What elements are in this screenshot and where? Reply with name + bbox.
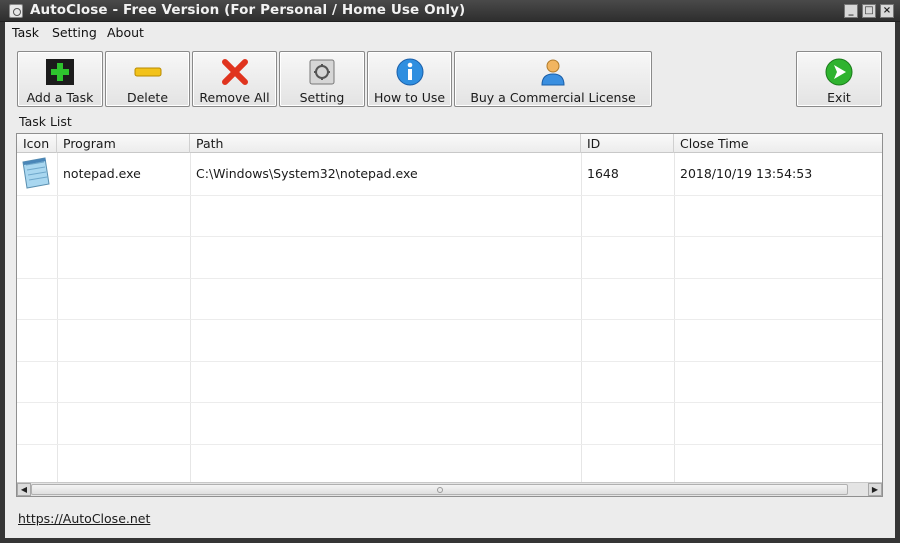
column-header-path[interactable]: Path: [190, 134, 581, 153]
grid-line: [17, 402, 882, 403]
maximize-button[interactable]: □: [862, 4, 876, 18]
task-list-label: Task List: [19, 114, 72, 129]
remove-all-button[interactable]: Remove All: [192, 51, 277, 107]
menu-bar: Task Setting About: [5, 22, 895, 44]
exit-label: Exit: [827, 90, 851, 105]
scroll-left-icon[interactable]: ◀: [17, 483, 31, 496]
buy-license-button[interactable]: Buy a Commercial License: [454, 51, 652, 107]
id-cell: 1648: [587, 166, 619, 181]
column-header-id[interactable]: ID: [581, 134, 674, 153]
column-header-icon[interactable]: Icon: [17, 134, 57, 153]
window-title: AutoClose - Free Version (For Personal /…: [30, 2, 466, 18]
how-to-use-button[interactable]: How to Use: [367, 51, 452, 107]
grid-header: Icon Program Path ID Close Time: [17, 134, 882, 153]
program-cell: notepad.exe: [63, 166, 141, 181]
delete-label: Delete: [126, 90, 169, 105]
info-icon: [396, 58, 423, 86]
grip-icon: [436, 487, 443, 493]
notepad-icon: [22, 157, 50, 189]
buy-license-label: Buy a Commercial License: [470, 90, 636, 105]
menu-about[interactable]: About: [107, 25, 144, 40]
scrollbar-thumb[interactable]: [31, 484, 848, 495]
grid-line: [17, 236, 882, 237]
add-icon: [46, 59, 74, 85]
horizontal-scrollbar[interactable]: ◀ ▶: [17, 482, 882, 496]
scroll-right-icon[interactable]: ▶: [868, 483, 882, 496]
app-icon[interactable]: [9, 4, 23, 18]
delete-button[interactable]: Delete: [105, 51, 190, 107]
setting-label: Setting: [299, 90, 345, 105]
menu-task[interactable]: Task: [12, 25, 39, 40]
close-button[interactable]: ×: [880, 4, 894, 18]
row-icon-cell: [17, 153, 57, 195]
app-window: AutoClose - Free Version (For Personal /…: [0, 0, 900, 543]
exit-button[interactable]: Exit: [796, 51, 882, 107]
task-list-grid[interactable]: Icon Program Path ID Close Time notepad.…: [16, 133, 883, 497]
client-area: Task Setting About Add a Task Delete Rem…: [5, 22, 895, 538]
remove-all-label: Remove All: [199, 90, 270, 105]
table-row[interactable]: notepad.exe C:\Windows\System32\notepad.…: [17, 153, 882, 195]
close-time-cell: 2018/10/19 13:54:53: [680, 166, 813, 181]
red-x-icon: [221, 59, 248, 85]
exit-arrow-icon: [825, 58, 853, 86]
grid-line: [17, 278, 882, 279]
add-task-button[interactable]: Add a Task: [17, 51, 103, 107]
setting-button[interactable]: Setting: [279, 51, 365, 107]
grid-line: [17, 361, 882, 362]
settings-icon: [309, 59, 335, 85]
grid-line: [17, 444, 882, 445]
minimize-button[interactable]: _: [844, 4, 858, 18]
user-icon: [541, 59, 565, 86]
column-header-program[interactable]: Program: [57, 134, 190, 153]
add-task-label: Add a Task: [26, 90, 94, 105]
minus-icon: [134, 67, 161, 77]
website-link[interactable]: https://AutoClose.net: [18, 511, 150, 526]
column-header-close-time[interactable]: Close Time: [674, 134, 882, 153]
title-bar[interactable]: AutoClose - Free Version (For Personal /…: [0, 0, 900, 22]
grid-line: [17, 319, 882, 320]
menu-setting[interactable]: Setting: [52, 25, 97, 40]
grid-line: [17, 195, 882, 196]
how-to-use-label: How to Use: [373, 90, 446, 105]
path-cell: C:\Windows\System32\notepad.exe: [196, 166, 418, 181]
